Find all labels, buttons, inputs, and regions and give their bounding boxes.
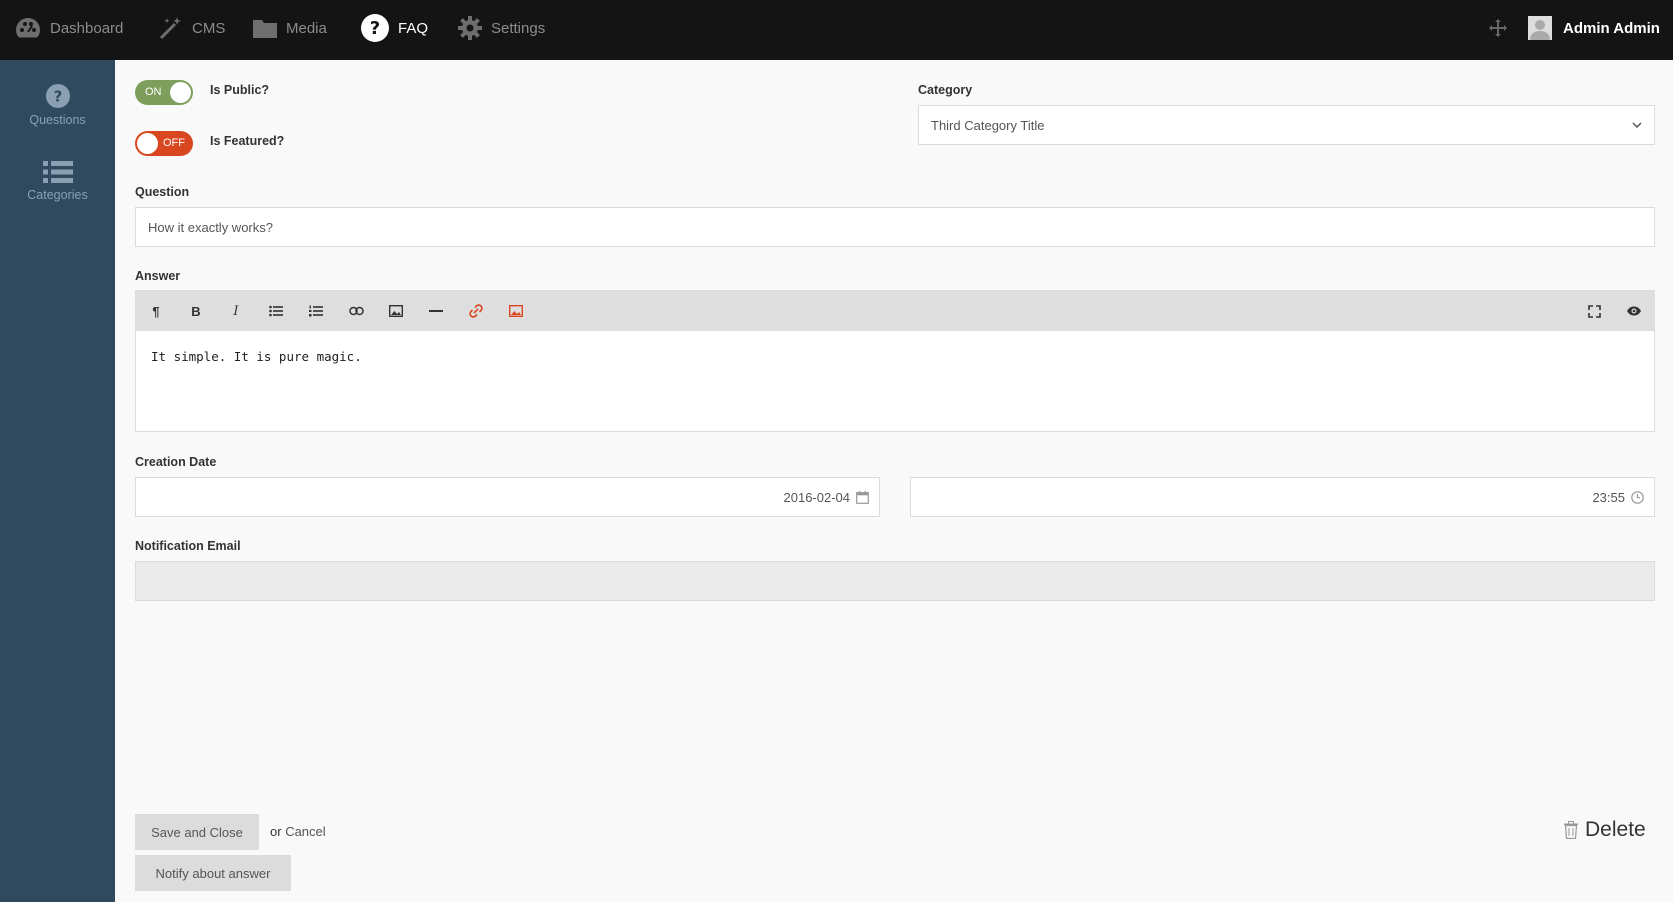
- time-value: 23:55: [1592, 489, 1625, 505]
- time-input[interactable]: 23:55: [910, 477, 1655, 517]
- italic-button[interactable]: I: [216, 291, 256, 331]
- or-text: or: [270, 824, 282, 839]
- move-arrows-icon[interactable]: [1488, 18, 1508, 38]
- date-value: 2016-02-04: [783, 489, 851, 505]
- nav-dashboard[interactable]: Dashboard: [14, 0, 123, 56]
- notification-email-label: Notification Email: [135, 539, 241, 553]
- is-featured-label: Is Featured?: [210, 134, 285, 148]
- svg-text:?: ?: [370, 18, 380, 39]
- date-input[interactable]: 2016-02-04: [135, 477, 880, 517]
- list-icon: [42, 161, 73, 183]
- category-select[interactable]: Third Category Title: [918, 105, 1655, 145]
- toggle-state-label: ON: [145, 86, 162, 98]
- sidebar-item-questions[interactable]: ? Questions: [0, 83, 115, 127]
- nav-media[interactable]: Media: [252, 0, 327, 56]
- horizontal-rule-icon: [429, 310, 443, 312]
- nav-dashboard-label: Dashboard: [50, 19, 124, 37]
- bold-icon: B: [191, 303, 201, 319]
- creation-date-label: Creation Date: [135, 455, 217, 469]
- toggle-state-label: OFF: [163, 137, 185, 149]
- delete-label: Delete: [1585, 818, 1646, 841]
- answer-label: Answer: [135, 269, 181, 283]
- editor-toolbar: ¶ B I: [136, 291, 1654, 331]
- top-navbar: Dashboard CMS Media ? FAQ Settings Admin…: [0, 0, 1673, 60]
- eye-icon: [1627, 306, 1641, 316]
- nav-cms[interactable]: CMS: [158, 0, 225, 56]
- answer-editor: ¶ B I It simple. It is pure magic.: [135, 290, 1655, 432]
- nav-settings-label: Settings: [491, 19, 546, 37]
- clock-icon: [1631, 490, 1644, 504]
- cancel-text: or Cancel: [270, 824, 326, 839]
- category-value: Third Category Title: [931, 117, 1045, 133]
- bold-button[interactable]: B: [176, 291, 216, 331]
- trash-icon: [1564, 821, 1578, 839]
- ordered-list-icon: [309, 305, 323, 317]
- notification-email-input[interactable]: [135, 561, 1655, 601]
- save-and-close-button[interactable]: Save and Close: [135, 814, 259, 850]
- toggle-knob: [170, 82, 191, 103]
- question-input[interactable]: How it exactly works?: [135, 207, 1655, 247]
- delete-button[interactable]: Delete: [1563, 818, 1646, 842]
- is-public-toggle[interactable]: ON: [135, 80, 193, 105]
- sidebar-item-label: Categories: [27, 188, 88, 202]
- sidebar-item-categories[interactable]: Categories: [0, 160, 115, 202]
- image-icon: [389, 305, 403, 317]
- category-label: Category: [918, 83, 973, 97]
- sidebar-item-label: Questions: [29, 113, 86, 127]
- magic-wand-icon: [159, 17, 181, 40]
- unlink-icon: [469, 304, 483, 318]
- is-featured-toggle[interactable]: OFF: [135, 131, 193, 156]
- user-name: Admin Admin: [1563, 19, 1660, 37]
- italic-icon: I: [233, 303, 239, 319]
- cancel-link[interactable]: Cancel: [285, 824, 325, 839]
- folder-icon: [253, 20, 277, 38]
- user-menu[interactable]: Admin Admin: [1528, 0, 1660, 56]
- answer-textarea[interactable]: It simple. It is pure magic.: [136, 331, 1654, 382]
- calendar-icon: [856, 490, 869, 504]
- nav-settings[interactable]: Settings: [457, 0, 545, 56]
- notify-about-answer-button[interactable]: Notify about answer: [135, 855, 291, 891]
- red-image-icon: [509, 305, 523, 317]
- nav-cms-label: CMS: [192, 19, 226, 37]
- ordered-list-button[interactable]: [296, 291, 336, 331]
- expand-icon: [1587, 304, 1601, 318]
- nav-faq[interactable]: ? FAQ: [360, 0, 428, 56]
- sidebar: ? Questions Categories: [0, 60, 115, 902]
- question-label: Question: [135, 185, 190, 199]
- gear-icon: [458, 16, 482, 40]
- unordered-list-icon: [269, 305, 283, 317]
- chevron-down-icon: [1632, 122, 1642, 129]
- link-icon: [348, 306, 364, 316]
- unordered-list-button[interactable]: [256, 291, 296, 331]
- svg-text:?: ?: [53, 88, 62, 106]
- question-circle-icon: ?: [361, 14, 389, 42]
- fullscreen-button[interactable]: [1574, 291, 1614, 331]
- is-public-label: Is Public?: [210, 83, 270, 97]
- question-circle-icon: ?: [45, 84, 70, 108]
- toggle-knob: [137, 133, 158, 154]
- nav-media-label: Media: [286, 19, 327, 37]
- unlink-button[interactable]: [456, 291, 496, 331]
- preview-button[interactable]: [1614, 291, 1654, 331]
- paragraph-button[interactable]: ¶: [136, 291, 176, 331]
- image-button[interactable]: [376, 291, 416, 331]
- paragraph-icon: ¶: [152, 303, 160, 319]
- question-value: How it exactly works?: [148, 219, 273, 235]
- avatar: [1528, 16, 1552, 40]
- nav-faq-label: FAQ: [398, 19, 429, 37]
- remove-image-button[interactable]: [496, 291, 536, 331]
- link-button[interactable]: [336, 291, 376, 331]
- dashboard-icon: [16, 18, 40, 38]
- horizontal-rule-button[interactable]: [416, 291, 456, 331]
